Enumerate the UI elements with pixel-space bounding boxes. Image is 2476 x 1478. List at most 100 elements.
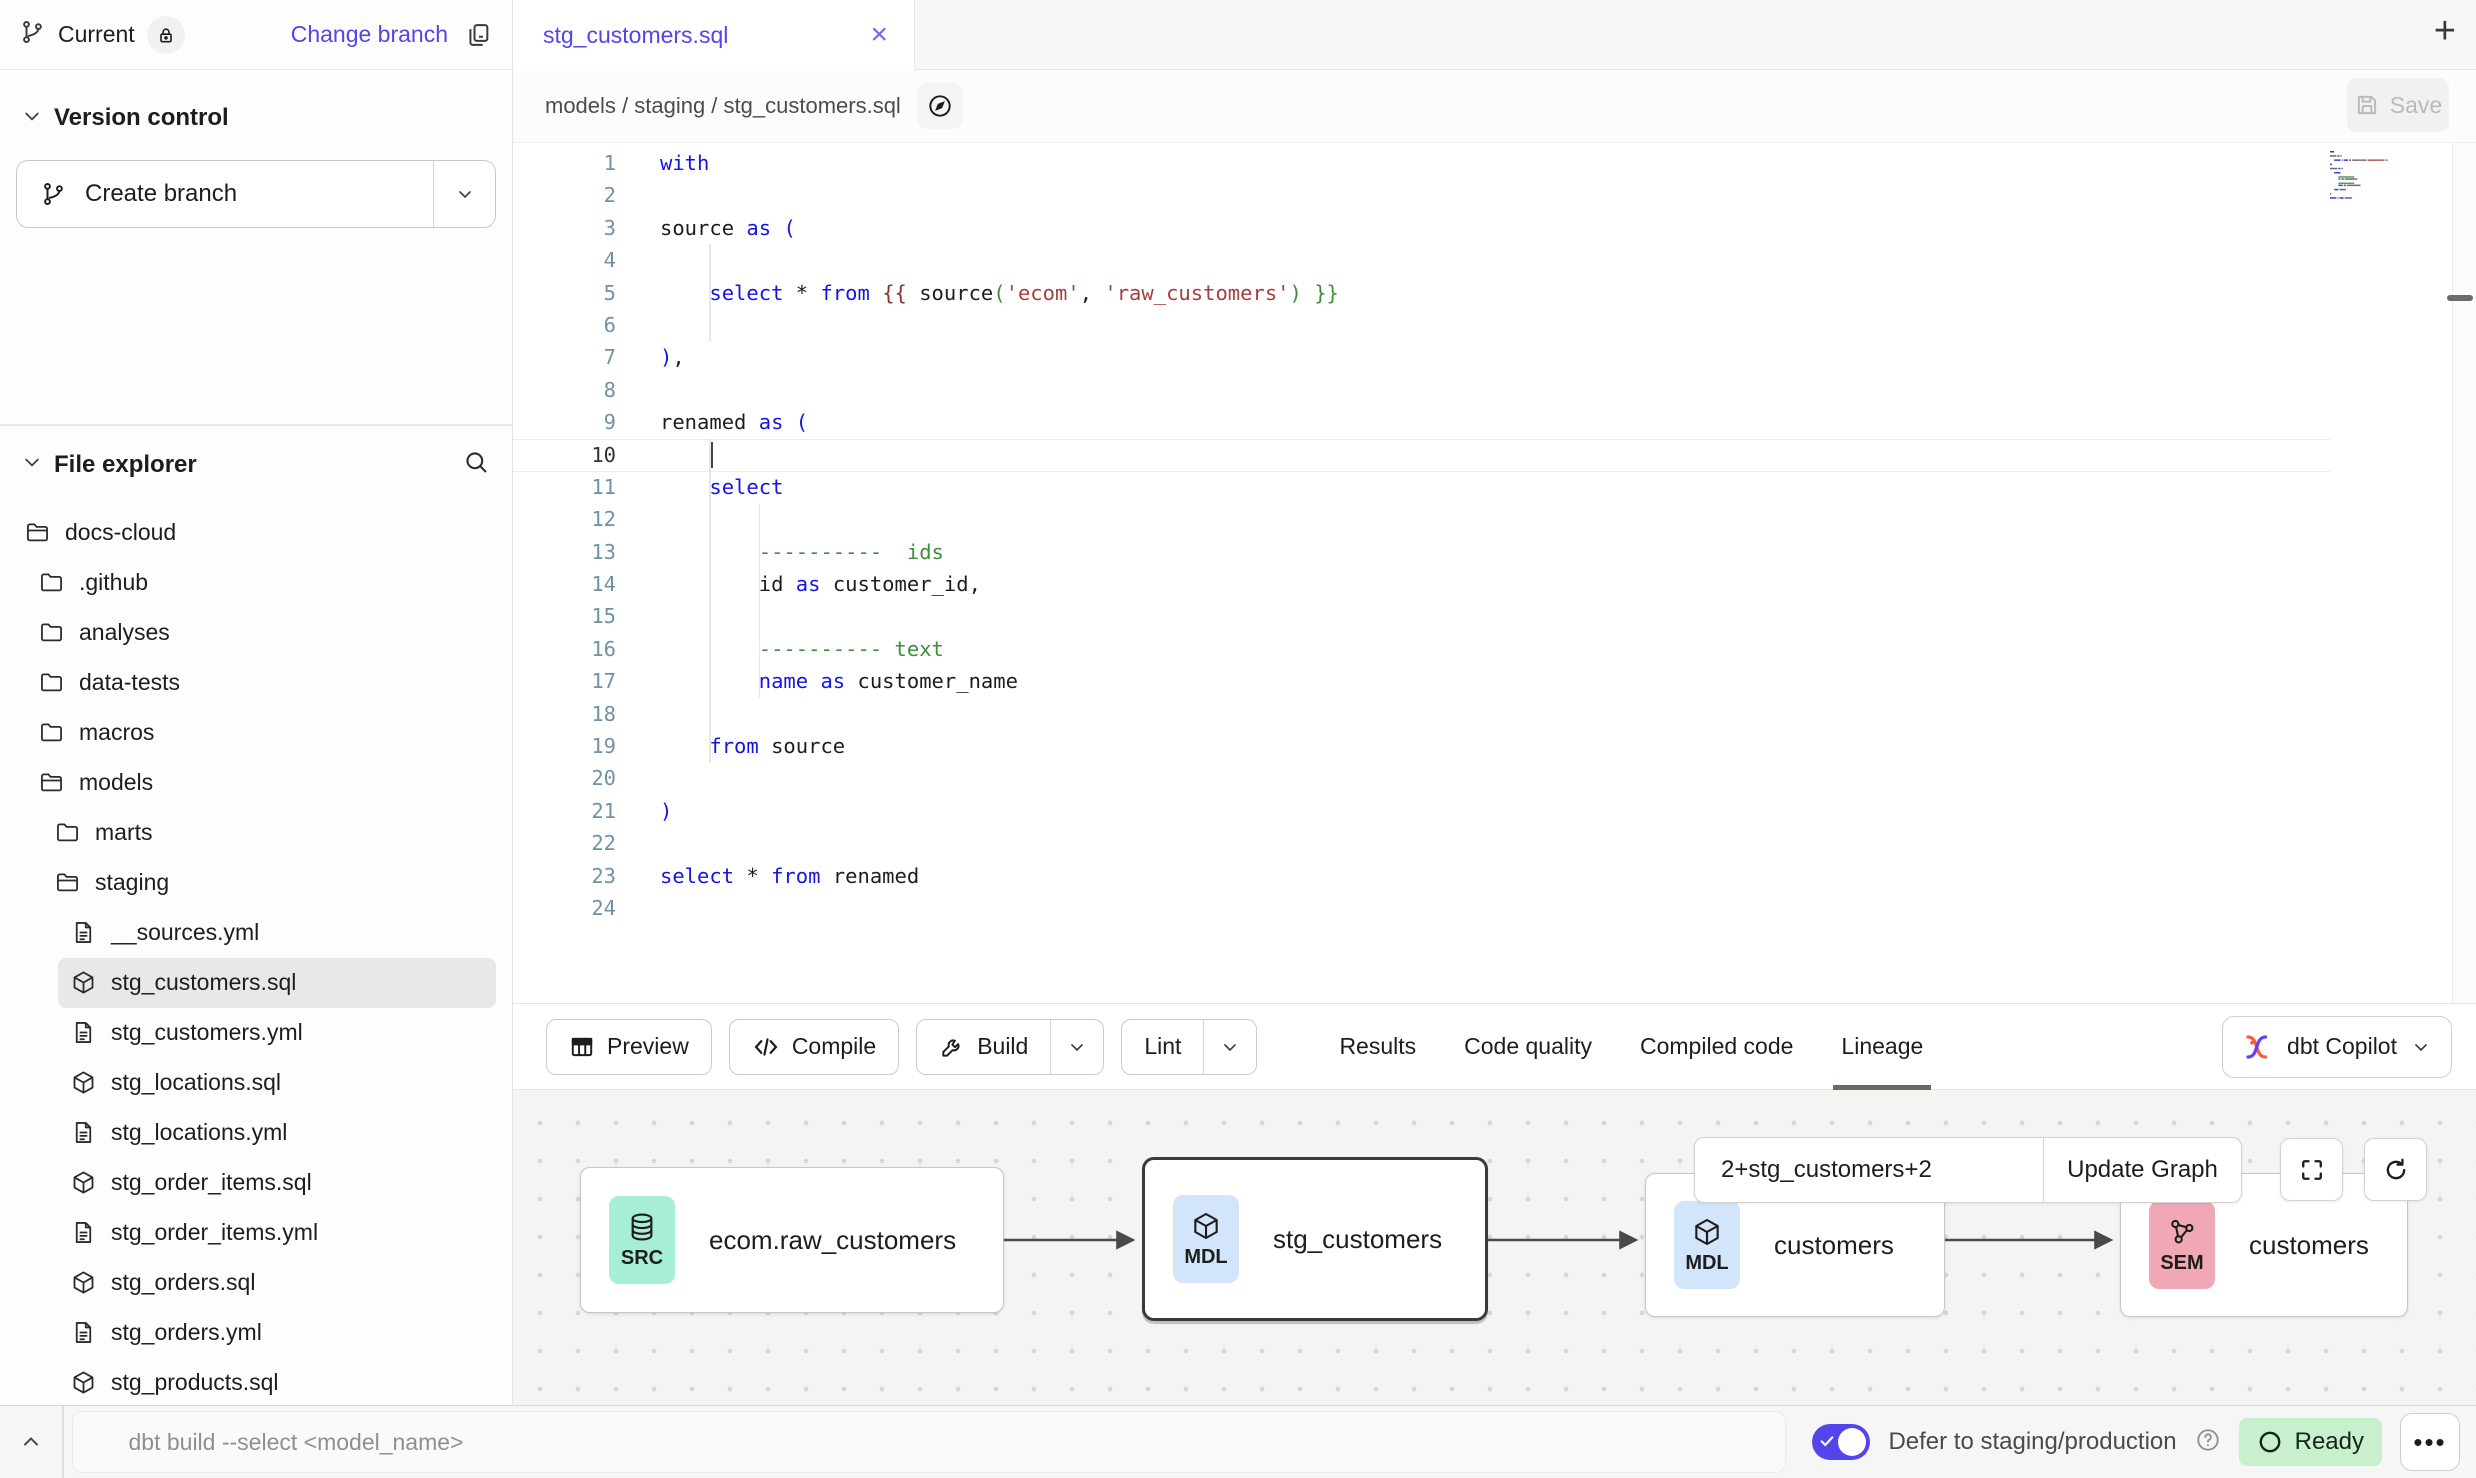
tab-stg-customers-sql[interactable]: stg_customers.sql × — [513, 0, 915, 71]
close-icon[interactable]: × — [870, 20, 888, 50]
chevron-down-icon — [2411, 1037, 2431, 1057]
code-line-22: 22 — [513, 827, 2330, 859]
expand-panel-button[interactable] — [0, 1430, 62, 1454]
defer-toggle[interactable] — [1812, 1424, 1870, 1460]
tab-results[interactable]: Results — [1339, 1004, 1416, 1089]
tree-item-stg-orders-yml[interactable]: stg_orders.yml — [58, 1308, 496, 1358]
line-number: 11 — [513, 471, 616, 503]
line-number: 9 — [513, 406, 616, 438]
line-number: 17 — [513, 665, 616, 697]
tab-code-quality[interactable]: Code quality — [1464, 1004, 1592, 1089]
status-badge[interactable]: Ready — [2239, 1418, 2382, 1466]
status-circle-icon — [2257, 1429, 2283, 1455]
tree-item-stg-order-items-yml[interactable]: stg_order_items.yml — [58, 1208, 496, 1258]
preview-button[interactable]: Preview — [546, 1019, 712, 1075]
model-icon — [70, 1169, 97, 1196]
more-options-button[interactable]: ••• — [2400, 1413, 2460, 1471]
badge-label: SRC — [621, 1247, 663, 1270]
floppy-icon — [2354, 92, 2380, 118]
tree-item-label: data-tests — [79, 669, 180, 696]
file-icon — [70, 1319, 97, 1346]
tree-item-stg-orders-sql[interactable]: stg_orders.sql — [58, 1258, 496, 1308]
health-compass-icon[interactable] — [917, 83, 963, 129]
build-main[interactable]: Build — [917, 1020, 1050, 1074]
tree-item-data-tests[interactable]: data-tests — [26, 658, 496, 708]
line-number: 10 — [513, 439, 616, 471]
lint-caret[interactable] — [1203, 1020, 1256, 1074]
editor-scrollbar[interactable] — [2452, 143, 2476, 1003]
tree-item-label: __sources.yml — [111, 919, 259, 946]
tree-item-analyses[interactable]: analyses — [26, 608, 496, 658]
create-branch-caret[interactable] — [433, 161, 495, 227]
tree-item-stg-customers-sql[interactable]: stg_customers.sql — [58, 958, 496, 1008]
tree-item-stg-locations-sql[interactable]: stg_locations.sql — [58, 1058, 496, 1108]
build-caret[interactable] — [1050, 1020, 1103, 1074]
chevron-down-icon[interactable] — [22, 106, 42, 131]
tree-item-label: stg_locations.yml — [111, 1119, 287, 1146]
dbt-command-input[interactable]: dbt build --select <model_name> — [72, 1411, 1787, 1473]
help-icon[interactable] — [2195, 1427, 2221, 1458]
file-icon — [70, 1019, 97, 1046]
tree-item-models[interactable]: models — [26, 758, 496, 808]
branch-lock-chip — [147, 16, 185, 54]
change-branch-link[interactable]: Change branch — [291, 21, 448, 48]
tab-lineage[interactable]: Lineage — [1841, 1004, 1923, 1089]
git-branch-icon — [41, 181, 67, 207]
tree-item-stg-products-sql[interactable]: stg_products.sql — [58, 1358, 496, 1408]
folder-icon — [38, 719, 65, 746]
tree-item-stg-order-items-sql[interactable]: stg_order_items.sql — [58, 1158, 496, 1208]
tree-item-label: models — [79, 769, 153, 796]
compile-label: Compile — [792, 1033, 876, 1060]
fullscreen-button[interactable] — [2280, 1138, 2343, 1201]
new-tab-button[interactable]: + — [2434, 10, 2456, 53]
tree-item-stg-customers-yml[interactable]: stg_customers.yml — [58, 1008, 496, 1058]
tree-item-label: stg_products.sql — [111, 1369, 278, 1396]
line-number: 5 — [513, 277, 616, 309]
save-button[interactable]: Save — [2347, 78, 2449, 132]
code-line-17: 17 name as customer_name — [513, 665, 2330, 697]
chevron-down-icon[interactable] — [22, 452, 42, 477]
model-selector-input[interactable]: 2+stg_customers+2 — [1695, 1138, 2043, 1202]
tree-item-label: .github — [79, 569, 148, 596]
fullscreen-icon — [2298, 1156, 2326, 1184]
file-explorer-title: File explorer — [54, 451, 197, 479]
tree-item--github[interactable]: .github — [26, 558, 496, 608]
tree-item--sources-yml[interactable]: __sources.yml — [58, 908, 496, 958]
code-line-9: 9renamed as ( — [513, 406, 2330, 438]
code-editor[interactable]: 1with23source as (45 select * from {{ so… — [513, 142, 2476, 1003]
tree-item-staging[interactable]: staging — [42, 858, 496, 908]
dbt-copilot-button[interactable]: dbt Copilot — [2222, 1016, 2452, 1078]
line-number: 1 — [513, 147, 616, 179]
tree-item-docs-cloud[interactable]: docs-cloud — [12, 508, 496, 558]
model-icon — [70, 1069, 97, 1096]
status-bar: dbt build --select <model_name> Defer to… — [0, 1405, 2476, 1478]
create-branch-label: Create branch — [85, 180, 237, 208]
tab-compiled-code[interactable]: Compiled code — [1640, 1004, 1793, 1089]
tree-item-stg-locations-yml[interactable]: stg_locations.yml — [58, 1108, 496, 1158]
branch-bar: Current Change branch — [0, 0, 512, 70]
model-icon — [70, 969, 97, 996]
update-graph-button[interactable]: Update Graph — [2043, 1138, 2241, 1202]
lineage-node-stg-customers-mdl[interactable]: MDLstg_customers — [1142, 1157, 1488, 1321]
code-line-24: 24 — [513, 892, 2330, 924]
tree-item-macros[interactable]: macros — [26, 708, 496, 758]
editor-scrollbar-thumb[interactable] — [2447, 295, 2473, 301]
code-lines: 1with23source as (45 select * from {{ so… — [513, 147, 2330, 924]
code-line-5: 5 select * from {{ source('ecom', 'raw_c… — [513, 277, 2330, 309]
text-cursor — [711, 442, 713, 468]
docs-copy-icon[interactable] — [464, 21, 492, 49]
tree-item-label: stg_customers.sql — [111, 969, 296, 996]
compile-button[interactable]: Compile — [729, 1019, 899, 1075]
tree-item-marts[interactable]: marts — [42, 808, 496, 858]
minimap[interactable] — [2330, 151, 2452, 221]
lineage-panel[interactable]: SRCecom.raw_customers MDLstg_customers MDL… — [513, 1090, 2476, 1405]
lineage-node-ecom-raw-customers-src[interactable]: SRCecom.raw_customers — [580, 1167, 1004, 1313]
editor-toolbar: Preview Compile Build — [513, 1003, 2476, 1090]
current-branch-label: Current — [58, 21, 135, 48]
lint-main[interactable]: Lint — [1122, 1020, 1203, 1074]
refresh-button[interactable] — [2364, 1138, 2427, 1201]
node-type-badge: MDL — [1674, 1201, 1740, 1289]
code-line-3: 3source as ( — [513, 212, 2330, 244]
create-branch-main[interactable]: Create branch — [17, 161, 433, 227]
search-icon[interactable] — [462, 448, 490, 481]
